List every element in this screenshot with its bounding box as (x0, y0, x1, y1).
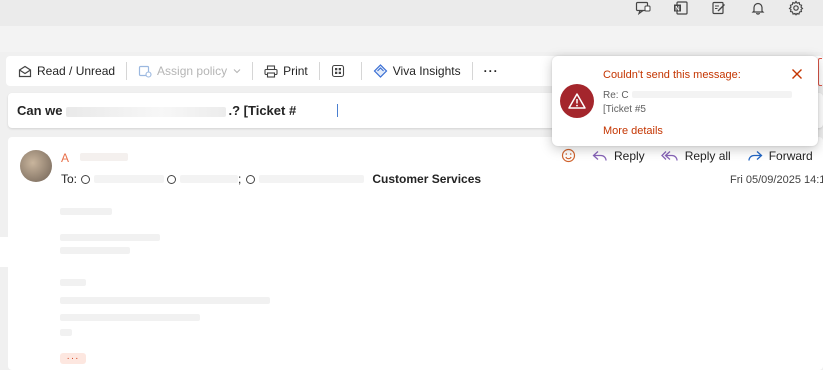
toolbar-divider (252, 62, 254, 80)
redacted-text (60, 314, 200, 321)
printer-icon (264, 64, 278, 78)
send-error-notification: Couldn't send this message: Re: C [Ticke… (552, 56, 818, 146)
sender-name[interactable]: A (61, 151, 69, 165)
sender-avatar[interactable] (20, 150, 52, 182)
redacted-text (60, 297, 270, 304)
subject-prefix: Can we (17, 103, 63, 118)
presence-icon (81, 174, 91, 184)
redacted-text (632, 91, 792, 98)
forward-label: Forward (768, 148, 813, 163)
recipient-separator: ; (238, 172, 242, 186)
message-date: Fri 05/09/2025 14:18 (730, 174, 823, 186)
redacted-text (94, 175, 165, 183)
toolbar-more-button[interactable]: ··· (478, 59, 505, 83)
reply-icon (592, 150, 607, 161)
print-button[interactable]: Print (258, 59, 314, 83)
read-unread-button[interactable]: Read / Unread (12, 59, 121, 83)
chevron-down-icon (233, 69, 241, 74)
viva-insights-icon (373, 64, 388, 78)
emoji-icon (561, 148, 576, 163)
message-actions: Reply Reply all Forward ··· (561, 148, 823, 163)
reply-label: Reply (614, 148, 645, 163)
redacted-text (259, 175, 365, 183)
redacted-text (60, 208, 112, 215)
redacted-text (65, 106, 226, 117)
warning-icon (560, 84, 594, 118)
recipients-row: To: ; Customer Services (61, 172, 481, 186)
assign-policy-button[interactable]: Assign policy (132, 59, 247, 83)
redacted-text (80, 153, 128, 161)
reply-button[interactable]: Reply (592, 149, 645, 163)
print-label: Print (283, 64, 308, 78)
viva-insights-label: Viva Insights (392, 64, 461, 78)
error-message-ticket: [Ticket #5 (603, 104, 646, 115)
svg-text:N: N (675, 6, 679, 12)
bell-icon[interactable] (748, 0, 768, 16)
reaction-button[interactable] (561, 148, 582, 163)
presence-icon (246, 174, 256, 184)
redacted-text (60, 247, 130, 254)
reply-all-label: Reply all (684, 148, 731, 163)
apps-button[interactable] (325, 59, 356, 83)
more-details-link[interactable]: More details (603, 125, 663, 137)
header-band (0, 26, 823, 52)
forward-icon (748, 150, 763, 161)
recipient-customer-services[interactable]: Customer Services (372, 172, 481, 186)
subject-title: Can we .? [Ticket # (17, 103, 296, 118)
text-cursor (337, 104, 338, 117)
left-overlay (0, 237, 50, 267)
more-icon: ··· (483, 64, 499, 78)
apps-icon (331, 64, 344, 78)
policy-icon (138, 65, 152, 78)
toolbar-divider (126, 62, 128, 80)
close-icon[interactable] (790, 67, 804, 81)
message-card: A Reply Reply all Forward ··· To: ; Cust… (8, 137, 823, 370)
to-label: To: (61, 172, 78, 186)
redacted-text (60, 329, 72, 336)
envelope-open-icon (18, 65, 32, 77)
reply-all-icon (660, 150, 678, 161)
toolbar-divider (360, 62, 362, 80)
onenote-icon[interactable]: N (671, 0, 691, 16)
top-bar: N (0, 0, 823, 26)
subject-suffix: .? [Ticket # (228, 103, 297, 118)
redacted-text (60, 234, 160, 241)
viva-insights-button[interactable]: Viva Insights (367, 59, 467, 83)
settings-icon[interactable] (786, 0, 806, 16)
chat-icon[interactable] (633, 0, 653, 16)
toolbar-divider (471, 62, 473, 80)
reply-all-button[interactable]: Reply all (660, 148, 731, 163)
redacted-text (60, 279, 86, 286)
presence-icon (167, 174, 177, 184)
error-message-subject: Re: C (603, 90, 629, 101)
forward-button[interactable]: Forward (747, 149, 813, 163)
read-unread-label: Read / Unread (37, 64, 116, 78)
redacted-text (180, 175, 239, 183)
assign-policy-label: Assign policy (157, 64, 228, 78)
error-title: Couldn't send this message: (603, 69, 741, 81)
notes-icon[interactable] (709, 0, 729, 16)
edge-indicator (818, 58, 822, 86)
toolbar-divider (318, 62, 320, 80)
show-quoted-text-button[interactable]: ··· (60, 353, 86, 364)
